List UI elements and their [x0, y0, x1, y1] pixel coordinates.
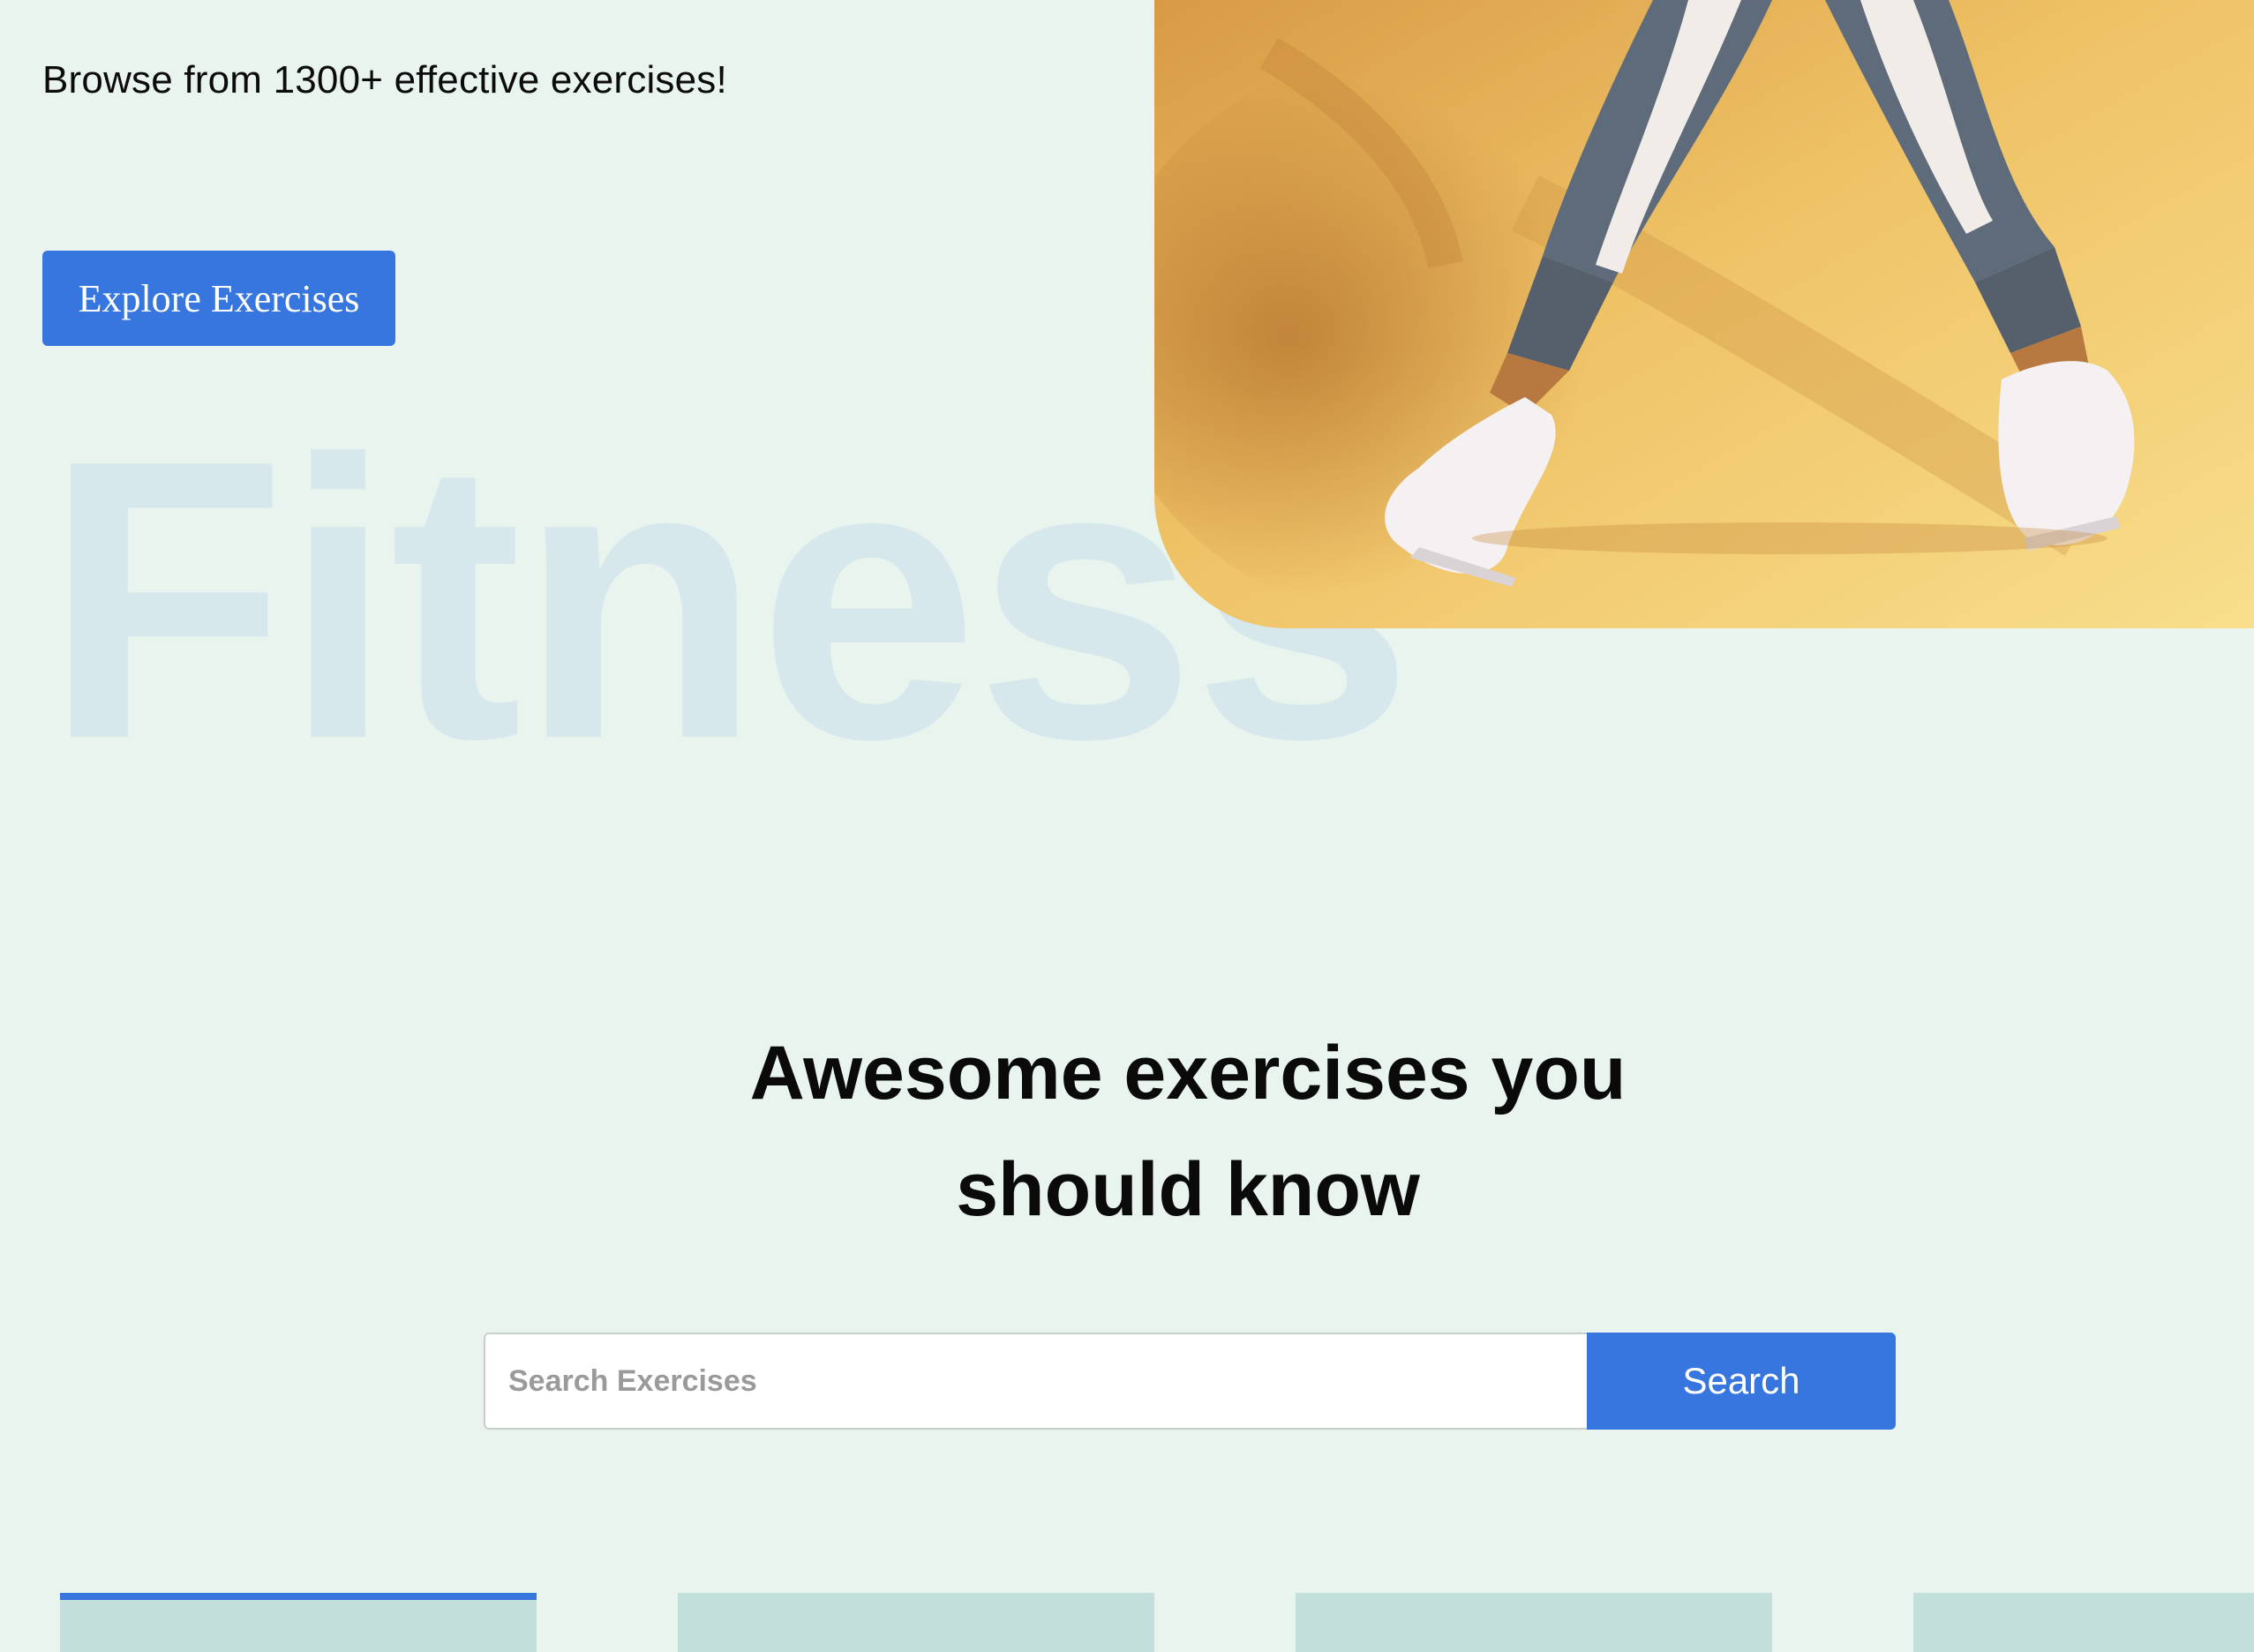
section-title: Awesome exercises you should know	[0, 1015, 2254, 1248]
section-title-line2: should know	[956, 1147, 1420, 1232]
runner-legs-illustration	[1154, 0, 2254, 628]
explore-exercises-button[interactable]: Explore Exercises	[42, 251, 395, 346]
search-exercises-input[interactable]	[484, 1333, 1589, 1430]
category-card-2[interactable]	[678, 1593, 1154, 1652]
hero-subtitle: Browse from 1300+ effective exercises!	[42, 58, 727, 101]
category-card-3[interactable]	[1296, 1593, 1772, 1652]
section-title-line1: Awesome exercises you	[749, 1031, 1627, 1115]
category-card-1[interactable]	[60, 1593, 537, 1652]
search-button[interactable]: Search	[1587, 1333, 1896, 1430]
hero-banner-image	[1154, 0, 2254, 628]
category-card-4[interactable]	[1913, 1593, 2254, 1652]
